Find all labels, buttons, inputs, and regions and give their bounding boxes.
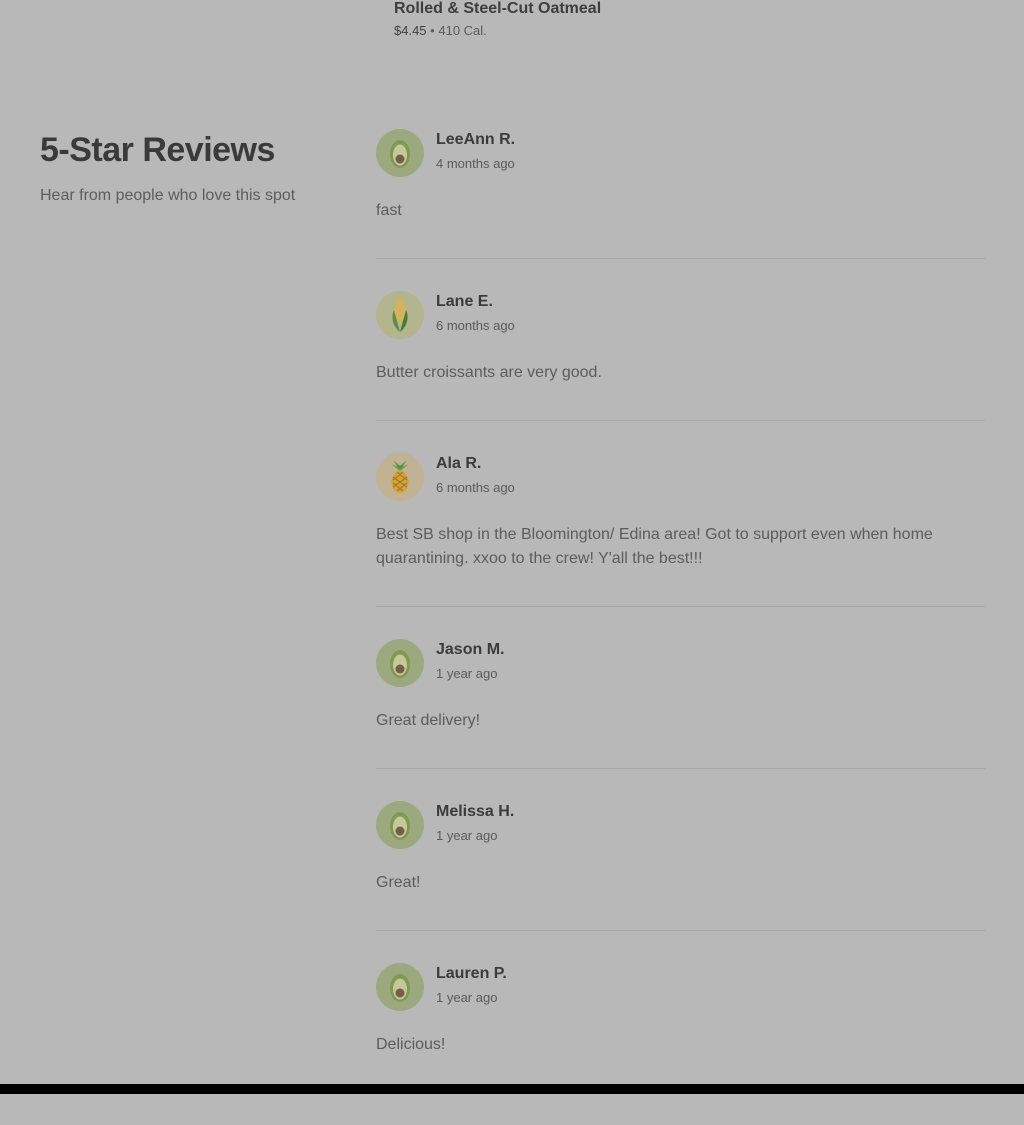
review-time: 4 months ago [436,156,515,171]
review-text: Butter croissants are very good. [376,364,602,381]
pineapple-icon [376,453,424,501]
reviewer-name: Lauren P. [436,965,507,982]
reviewer-name: Jason M. [436,641,505,658]
review-time: 1 year ago [436,990,498,1005]
avocado-icon [376,129,424,177]
review-time: 6 months ago [436,480,515,495]
section-title: 5-Star Reviews [40,131,275,169]
reviewer-name: Lane E. [436,293,493,310]
avocado-icon [376,639,424,687]
review-item: Melissa H. 1 year ago Great! [376,801,985,931]
reviewer-name: Melissa H. [436,803,515,820]
review-time: 1 year ago [436,828,498,843]
reviews-list: LeeAnn R. 4 months ago fast Lane E. 6 mo… [376,129,985,1125]
reviewer-name: Ala R. [436,455,482,472]
review-item: Lane E. 6 months ago Butter croissants a… [376,291,985,421]
avocado-icon [376,963,424,1011]
menu-item-name: Rolled & Steel-Cut Oatmeal [394,0,602,17]
review-item: Lauren P. 1 year ago Delicious! [376,963,985,1093]
review-time: 6 months ago [436,318,515,333]
menu-item-meta: $4.45 • 410 Cal. [394,23,601,39]
review-item: Ala R. 6 months ago Best SB shop in the … [376,453,985,607]
review-time: 1 year ago [436,666,498,681]
review-text: Delicious! [376,1036,446,1053]
menu-item-card[interactable]: Rolled & Steel-Cut Oatmeal $4.45 • 410 C… [394,0,601,39]
section-subtitle: Hear from people who love this spot [40,187,296,204]
review-item: LeeAnn R. 4 months ago fast [376,129,985,259]
review-text: Great! [376,874,421,891]
menu-item-calories: 410 Cal. [438,23,487,38]
corn-icon [376,291,424,339]
review-text: Great delivery! [376,712,481,729]
review-text: Best SB shop in the Bloomington/ Edina a… [376,526,933,567]
review-text: fast [376,202,402,219]
footer-bar [0,1084,1024,1094]
reviewer-name: LeeAnn R. [436,131,516,148]
meta-separator: • [430,23,435,38]
reviews-intro: 5-Star Reviews Hear from people who love… [40,128,340,206]
avocado-icon [376,801,424,849]
review-item: Jason M. 1 year ago Great delivery! [376,639,985,769]
menu-item-price: $4.45 [394,23,427,38]
